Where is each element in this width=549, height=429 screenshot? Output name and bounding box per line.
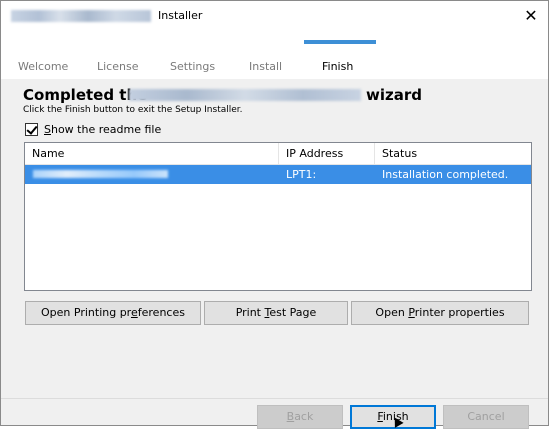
- printer-name-redacted: [33, 170, 168, 178]
- installer-window: Installer ✕ Welcome License Settings Ins…: [0, 0, 549, 429]
- list-header: Name IP Address Status: [25, 143, 531, 165]
- column-divider[interactable]: [278, 143, 279, 164]
- step-install: Install: [249, 60, 283, 73]
- column-status[interactable]: Status: [382, 147, 417, 160]
- heading-redacted: [129, 89, 361, 101]
- step-welcome: Welcome: [18, 60, 69, 73]
- row-status: Installation completed.: [382, 168, 509, 181]
- title-bar: Installer ✕: [1, 1, 548, 31]
- step-finish: Finish: [322, 60, 354, 73]
- print-test-page-button[interactable]: Print Test Page: [204, 301, 348, 325]
- show-readme-label: Show the readme file: [44, 123, 162, 136]
- footer-divider: [1, 398, 548, 399]
- column-name[interactable]: Name: [32, 147, 64, 160]
- back-button[interactable]: Back: [257, 405, 343, 429]
- step-license: License: [97, 60, 139, 73]
- open-printing-preferences-button[interactable]: Open Printing preferences: [25, 301, 201, 325]
- checkbox-checked-icon[interactable]: [25, 123, 38, 136]
- open-printer-properties-button[interactable]: Open Printer properties: [351, 301, 529, 325]
- window-title: Installer: [158, 9, 203, 22]
- active-step-indicator: [304, 40, 376, 44]
- close-icon: ✕: [524, 6, 538, 25]
- column-divider[interactable]: [374, 143, 375, 164]
- list-row-selected[interactable]: LPT1: Installation completed.: [25, 165, 531, 184]
- title-redacted: [11, 10, 151, 22]
- page-subtext: Click the Finish button to exit the Setu…: [23, 105, 243, 115]
- printer-list[interactable]: Name IP Address Status LPT1: Installatio…: [24, 142, 532, 291]
- show-readme-checkbox[interactable]: Show the readme file: [25, 123, 161, 136]
- close-button[interactable]: ✕: [520, 5, 542, 27]
- page-heading-suffix: wizard: [366, 86, 422, 104]
- step-settings: Settings: [170, 60, 216, 73]
- wizard-steps: Welcome License Settings Install Finish: [1, 31, 548, 79]
- column-ip-address[interactable]: IP Address: [286, 147, 343, 160]
- cancel-button[interactable]: Cancel: [443, 405, 529, 429]
- row-ip: LPT1:: [286, 168, 317, 181]
